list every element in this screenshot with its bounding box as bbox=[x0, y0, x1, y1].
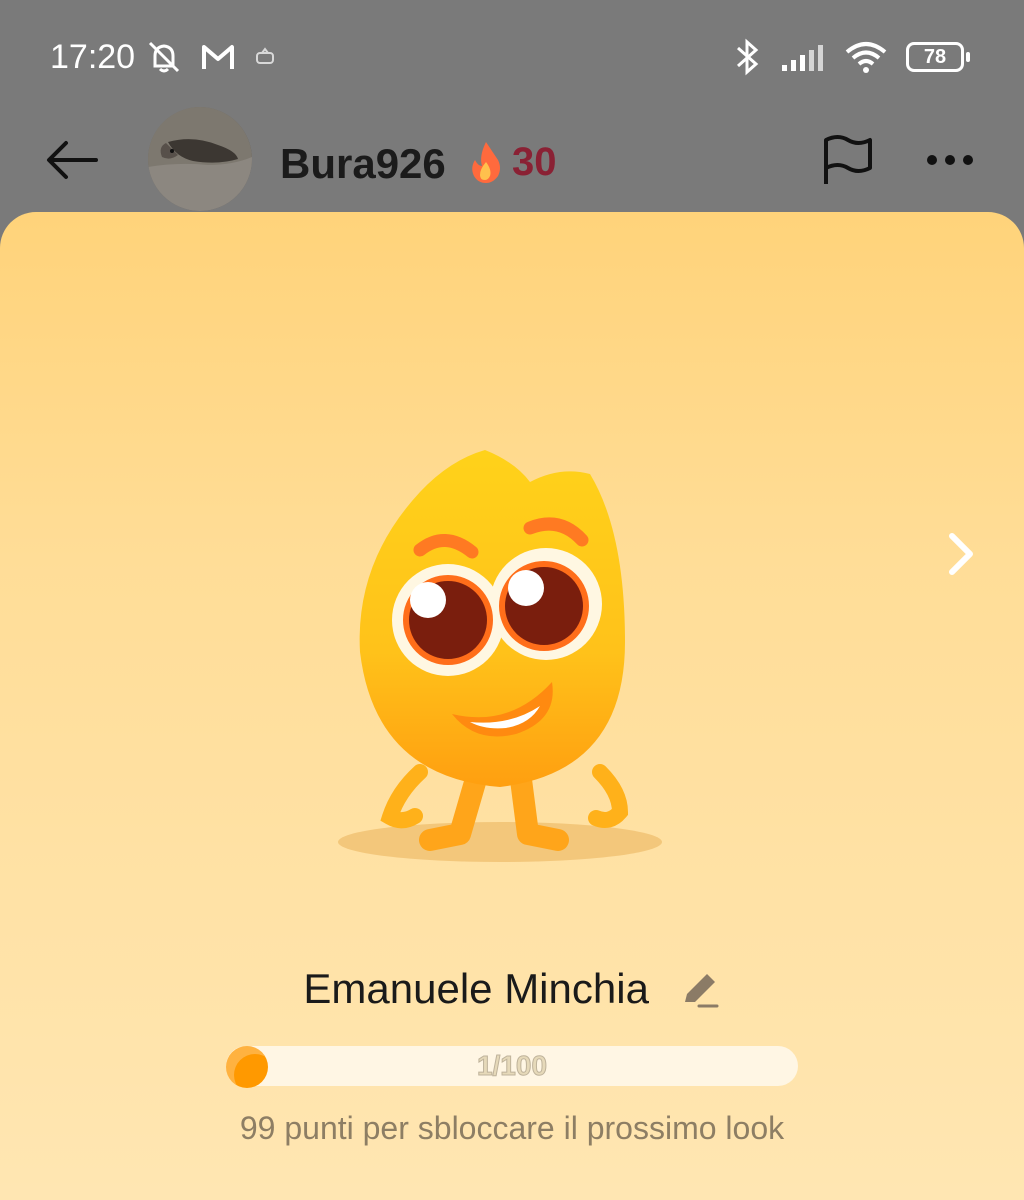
report-flag-button[interactable] bbox=[818, 130, 878, 190]
profile-header: Bura926 30 bbox=[0, 107, 1024, 211]
status-bar: 17:20 78 bbox=[0, 0, 1024, 110]
fire-icon bbox=[472, 142, 500, 183]
back-button[interactable] bbox=[40, 130, 104, 190]
status-time: 17:20 bbox=[50, 38, 136, 76]
mascot-character bbox=[338, 450, 662, 862]
bluetooth-icon bbox=[737, 38, 759, 76]
wifi-icon bbox=[845, 42, 887, 73]
more-icon-dot bbox=[945, 155, 955, 165]
unlock-hint: 99 punti per sbloccare il prossimo look bbox=[239, 1110, 785, 1146]
character-name: Emanuele Minchia bbox=[303, 964, 649, 1012]
dog-photo bbox=[148, 107, 252, 211]
bell-off-icon bbox=[148, 41, 180, 73]
flag-icon bbox=[824, 135, 872, 184]
next-look-button[interactable] bbox=[930, 522, 994, 586]
battery-level: 78 bbox=[923, 45, 947, 68]
app-notification-icon bbox=[256, 47, 274, 64]
back-arrow-icon bbox=[47, 141, 98, 179]
signal-icon bbox=[782, 45, 823, 71]
progress-label: 1/100 bbox=[476, 1050, 548, 1082]
more-icon bbox=[927, 155, 937, 165]
battery-indicator: 78 bbox=[906, 42, 970, 72]
status-icons-right: 78 bbox=[732, 38, 970, 76]
status-icons-left bbox=[145, 38, 277, 76]
edit-pencil-icon[interactable] bbox=[679, 968, 721, 1010]
more-options-button[interactable] bbox=[918, 130, 982, 190]
more-icon-dot bbox=[963, 155, 973, 165]
username: Bura926 bbox=[280, 140, 446, 187]
character-name-row: Emanuele Minchia bbox=[0, 962, 1024, 1013]
gmail-icon bbox=[202, 45, 234, 69]
chevron-right-icon bbox=[949, 533, 973, 575]
avatar[interactable] bbox=[148, 107, 252, 211]
streak-count: 30 bbox=[512, 140, 557, 184]
character-card: Emanuele Minchia 1/100 99 punti per sblo… bbox=[0, 212, 1024, 1200]
